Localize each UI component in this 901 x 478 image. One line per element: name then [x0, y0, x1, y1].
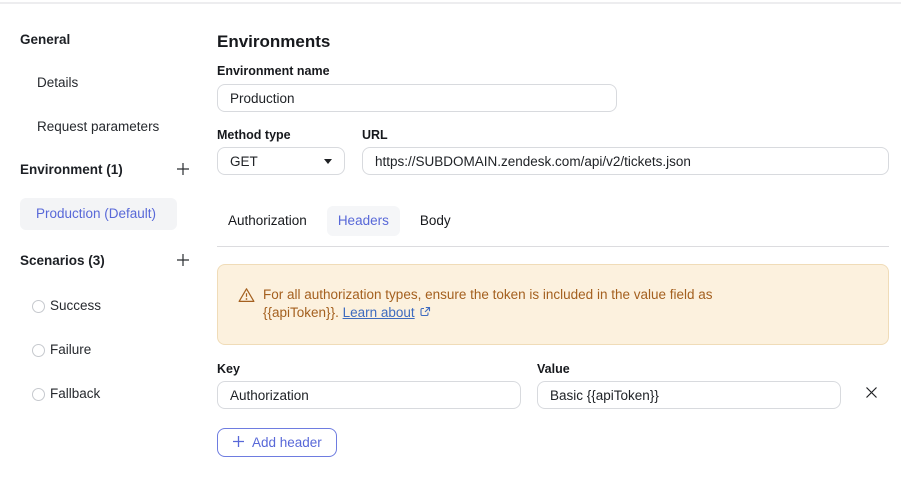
tab-bar: Authorization Headers Body [217, 206, 889, 236]
environment-name-label: Environment name [217, 64, 889, 78]
header-key-value-row: Key Value [217, 362, 889, 409]
page-title: Environments [217, 32, 889, 52]
external-link-icon[interactable] [419, 305, 431, 323]
method-type-field: Method type GET [217, 128, 345, 175]
radio-icon[interactable] [32, 300, 45, 313]
sidebar-section-environment: Environment (1) [20, 161, 123, 179]
warning-line2: {{apiToken}}. [263, 305, 339, 320]
add-header-label: Add header [252, 435, 322, 450]
sidebar-section-scenarios: Scenarios (3) [20, 252, 105, 270]
tab-divider [217, 246, 889, 247]
plus-icon [175, 252, 191, 271]
scenario-option-failure[interactable]: Failure [32, 342, 197, 358]
method-type-select[interactable]: GET [217, 147, 345, 175]
scenario-option-label: Failure [50, 342, 91, 358]
tab-body[interactable]: Body [409, 206, 462, 236]
sidebar-section-environment-row: Environment (1) [20, 161, 197, 179]
tab-authorization[interactable]: Authorization [217, 206, 318, 236]
scenario-option-success[interactable]: Success [32, 298, 197, 314]
learn-about-link[interactable]: Learn about [343, 305, 415, 320]
method-url-row: Method type GET URL [217, 128, 889, 175]
add-environment-button[interactable] [175, 161, 191, 180]
sidebar: General Details Request parameters Envir… [20, 4, 197, 457]
method-type-label: Method type [217, 128, 345, 142]
key-input[interactable] [217, 381, 521, 409]
tab-headers[interactable]: Headers [327, 206, 400, 236]
value-field: Value [537, 362, 841, 409]
key-field: Key [217, 362, 521, 409]
sidebar-item-request-parameters[interactable]: Request parameters [37, 119, 197, 135]
plus-icon [175, 161, 191, 180]
scenario-option-label: Success [50, 298, 101, 314]
main-panel: Environments Environment name Method typ… [217, 4, 889, 457]
value-input[interactable] [537, 381, 841, 409]
scenario-option-fallback[interactable]: Fallback [32, 386, 197, 402]
warning-text: For all authorization types, ensure the … [263, 286, 713, 323]
warning-banner: For all authorization types, ensure the … [217, 264, 889, 345]
remove-header-button[interactable] [863, 384, 880, 404]
warning-line1: For all authorization types, ensure the … [263, 287, 713, 302]
close-icon [863, 384, 880, 404]
plus-icon [232, 435, 245, 451]
sidebar-section-scenarios-row: Scenarios (3) [20, 252, 197, 270]
url-field: URL [362, 128, 889, 175]
sidebar-section-general: General [20, 32, 197, 48]
sidebar-item-production-default[interactable]: Production (Default) [20, 198, 177, 230]
add-header-button[interactable]: Add header [217, 428, 337, 457]
caret-down-icon [324, 159, 332, 164]
url-input[interactable] [362, 147, 889, 175]
radio-icon[interactable] [32, 388, 45, 401]
warning-triangle-icon [238, 287, 255, 308]
environment-name-input[interactable] [217, 84, 617, 112]
sidebar-item-details[interactable]: Details [37, 75, 197, 91]
method-type-value: GET [230, 154, 258, 169]
page-layout: General Details Request parameters Envir… [0, 4, 901, 457]
radio-icon[interactable] [32, 344, 45, 357]
scenario-option-label: Fallback [50, 386, 100, 402]
add-scenario-button[interactable] [175, 252, 191, 271]
value-label: Value [537, 362, 841, 376]
url-label: URL [362, 128, 889, 142]
key-label: Key [217, 362, 521, 376]
